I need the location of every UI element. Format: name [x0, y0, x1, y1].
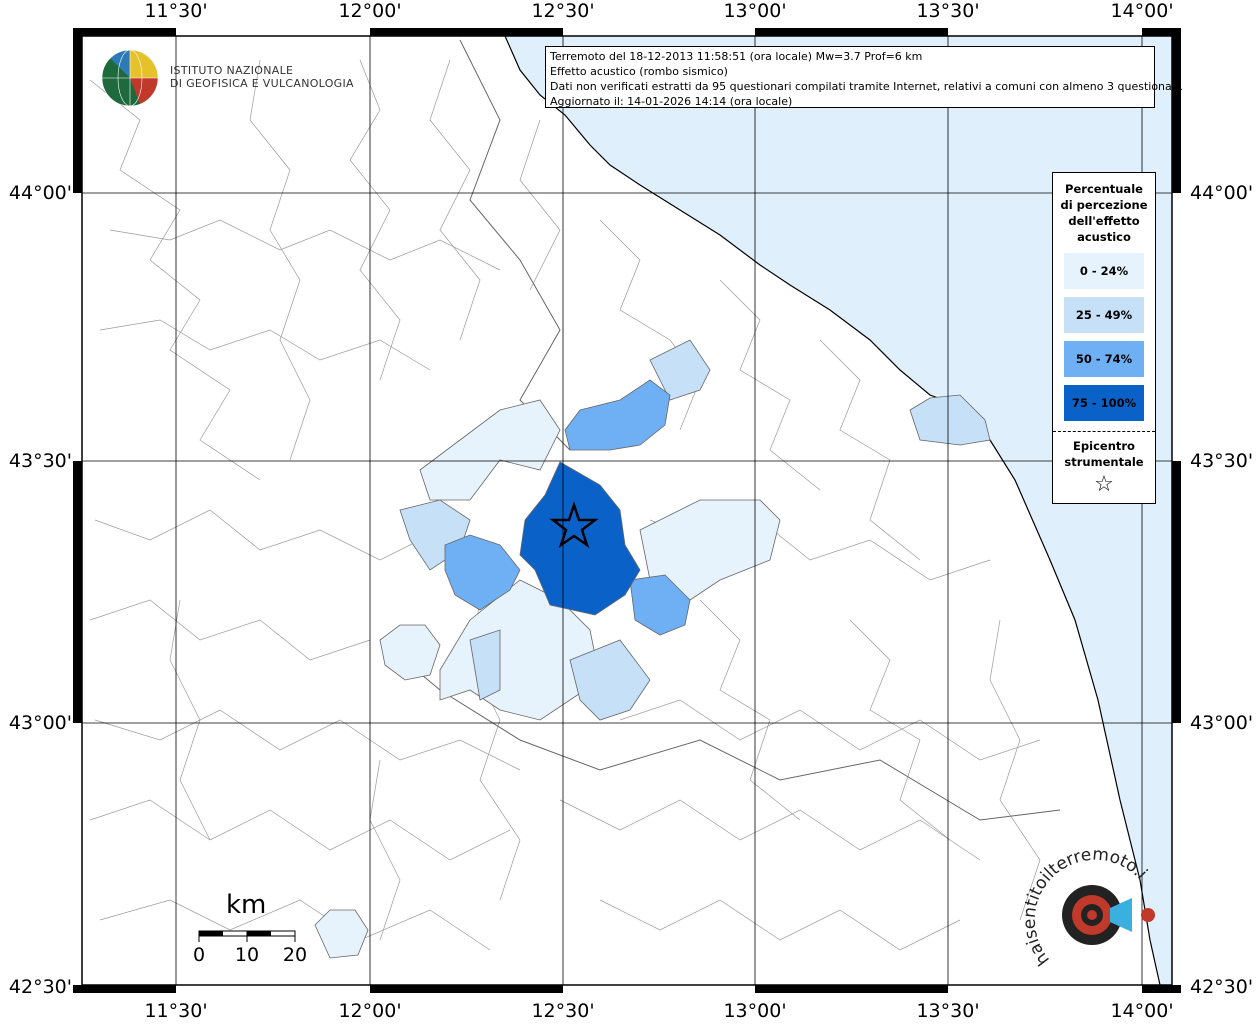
lat-tick-left: 43°00' [8, 712, 72, 734]
legend-item-50-74: 50 - 74% [1064, 341, 1144, 377]
scale-label: 20 [282, 944, 308, 966]
lat-tick-right: 42°30' [1190, 976, 1254, 998]
info-line-updated: Aggiornato il: 14-01-2026 14:14 (ora loc… [550, 95, 793, 108]
legend-item-0-24: 0 - 24% [1064, 253, 1144, 289]
lon-tick-top: 13°00' [723, 0, 787, 22]
star-icon: ☆ [1094, 472, 1114, 497]
legend-epicenter-line: strumentale [1064, 455, 1144, 469]
target-megaphone-logo [1062, 885, 1155, 945]
lon-tick-top: 14°00' [1110, 0, 1174, 22]
lon-tick-bottom: 12°00' [338, 1000, 402, 1022]
polygon-0-24-west [419, 399, 561, 501]
legend: Percentuale di percezione dell'effetto a… [1052, 172, 1156, 504]
lat-tick-left: 42°30' [8, 976, 72, 998]
scale-unit: km [226, 890, 267, 920]
ingv-logo-line1: ISTITUTO NAZIONALE [170, 64, 294, 77]
legend-title-line: Percentuale [1065, 182, 1143, 196]
legend-item-25-49: 25 - 49% [1064, 297, 1144, 333]
lon-tick-bottom: 13°30' [916, 1000, 980, 1022]
lon-tick-top: 12°00' [338, 0, 402, 22]
lat-tick-right: 43°00' [1190, 712, 1254, 734]
lon-tick-bottom: 14°00' [1110, 1000, 1174, 1022]
scale-label: 0 [192, 944, 206, 966]
scale-label: 10 [234, 944, 260, 966]
legend-separator [1053, 431, 1155, 432]
ingv-globe-logo [101, 49, 159, 107]
lon-tick-top: 11°30' [144, 0, 208, 22]
legend-epicenter-line: Epicentro [1073, 439, 1135, 453]
legend-item-75-100: 75 - 100% [1064, 385, 1144, 421]
legend-title-line: dell'effetto [1068, 214, 1140, 228]
info-line-data-note: Dati non verificati estratti da 95 quest… [550, 80, 1183, 93]
legend-title-line: di percezione [1060, 198, 1148, 212]
polygon-25-49-lake [379, 624, 441, 681]
info-line-event: Terremoto del 18-12-2013 11:58:51 (ora l… [550, 50, 923, 63]
legend-title-line: acustico [1077, 230, 1131, 244]
earthquake-info-box: Terremoto del 18-12-2013 11:58:51 (ora l… [545, 46, 1183, 108]
ingv-logo-text: ISTITUTO NAZIONALE DI GEOFISICA E VULCAN… [170, 64, 354, 90]
info-line-effect: Effetto acustico (rombo sismico) [550, 65, 728, 78]
lon-tick-bottom: 11°30' [144, 1000, 208, 1022]
legend-title: Percentuale di percezione dell'effetto a… [1053, 181, 1155, 245]
polygon-25-49-small [314, 909, 369, 959]
ingv-logo-line2: DI GEOFISICA E VULCANOLOGIA [170, 77, 354, 90]
lat-tick-right: 43°30' [1190, 450, 1254, 472]
lon-tick-top: 13°30' [916, 0, 980, 22]
legend-epicenter-label: Epicentro strumentale [1053, 438, 1155, 470]
lat-tick-left: 44°00' [8, 182, 72, 204]
lon-tick-top: 12°30' [531, 0, 595, 22]
scale-bar [198, 930, 296, 942]
lat-tick-right: 44°00' [1190, 182, 1254, 204]
lon-tick-bottom: 12°30' [531, 1000, 595, 1022]
lat-tick-left: 43°30' [8, 450, 72, 472]
lon-tick-bottom: 13°00' [723, 1000, 787, 1022]
polygon-50-74-northeast [564, 379, 671, 451]
percentage-polygons [314, 339, 991, 959]
map: haisentitoilterremoto.it www. [0, 0, 1181, 993]
